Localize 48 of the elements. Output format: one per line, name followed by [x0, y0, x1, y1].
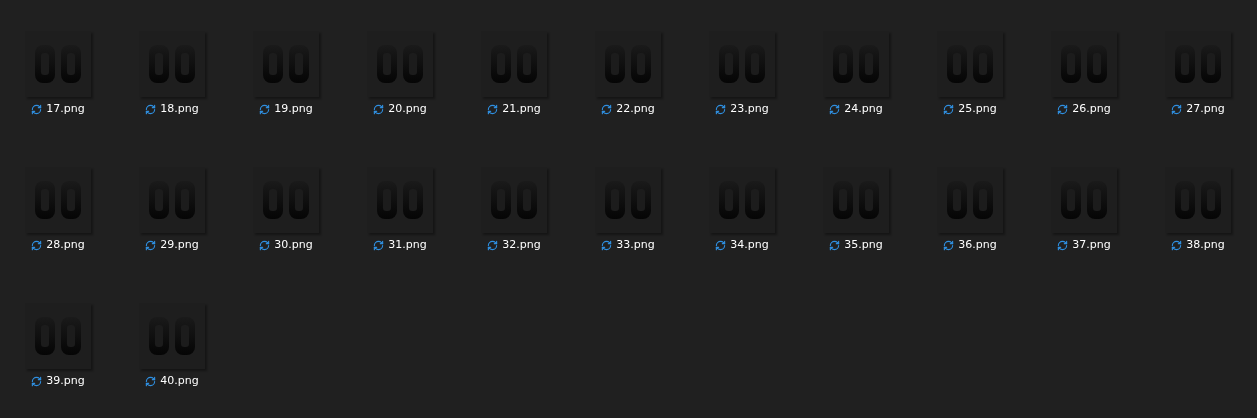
- sync-icon: [601, 103, 613, 115]
- file-name[interactable]: 21.png: [502, 102, 541, 116]
- sync-icon: [829, 239, 841, 251]
- file-name[interactable]: 23.png: [730, 102, 769, 116]
- file-name[interactable]: 25.png: [958, 102, 997, 116]
- file-name[interactable]: 26.png: [1072, 102, 1111, 116]
- file-name[interactable]: 20.png: [388, 102, 427, 116]
- sync-icon: [1057, 103, 1069, 115]
- file-name[interactable]: 31.png: [388, 238, 427, 252]
- file-name[interactable]: 29.png: [160, 238, 199, 252]
- sync-icon: [1171, 103, 1183, 115]
- sync-icon: [31, 239, 43, 251]
- file-name[interactable]: 17.png: [46, 102, 85, 116]
- sync-icon: [943, 103, 955, 115]
- file-name[interactable]: 35.png: [844, 238, 883, 252]
- sync-icon: [145, 239, 157, 251]
- sync-icon: [1057, 239, 1069, 251]
- file-name[interactable]: 28.png: [46, 238, 85, 252]
- file-name[interactable]: 36.png: [958, 238, 997, 252]
- sync-icon: [259, 239, 271, 251]
- file-name[interactable]: 18.png: [160, 102, 199, 116]
- file-name[interactable]: 22.png: [616, 102, 655, 116]
- sync-icon: [373, 103, 385, 115]
- file-name[interactable]: 27.png: [1186, 102, 1225, 116]
- file-name[interactable]: 33.png: [616, 238, 655, 252]
- sync-icon: [373, 239, 385, 251]
- file-name[interactable]: 38.png: [1186, 238, 1225, 252]
- sync-icon: [601, 239, 613, 251]
- file-name[interactable]: 37.png: [1072, 238, 1111, 252]
- sync-icon: [487, 239, 499, 251]
- sync-icon: [487, 103, 499, 115]
- sync-icon: [1171, 239, 1183, 251]
- sync-icon: [829, 103, 841, 115]
- sync-icon: [259, 103, 271, 115]
- sync-icon: [715, 103, 727, 115]
- sync-icon: [31, 375, 43, 387]
- file-name[interactable]: 34.png: [730, 238, 769, 252]
- sync-icon: [145, 103, 157, 115]
- sync-icon: [31, 103, 43, 115]
- file-name[interactable]: 19.png: [274, 102, 313, 116]
- sync-icon: [715, 239, 727, 251]
- file-name[interactable]: 32.png: [502, 238, 541, 252]
- file-name[interactable]: 40.png: [160, 374, 199, 388]
- file-name[interactable]: 39.png: [46, 374, 85, 388]
- file-name[interactable]: 30.png: [274, 238, 313, 252]
- file-name[interactable]: 24.png: [844, 102, 883, 116]
- sync-icon: [943, 239, 955, 251]
- sync-icon: [145, 375, 157, 387]
